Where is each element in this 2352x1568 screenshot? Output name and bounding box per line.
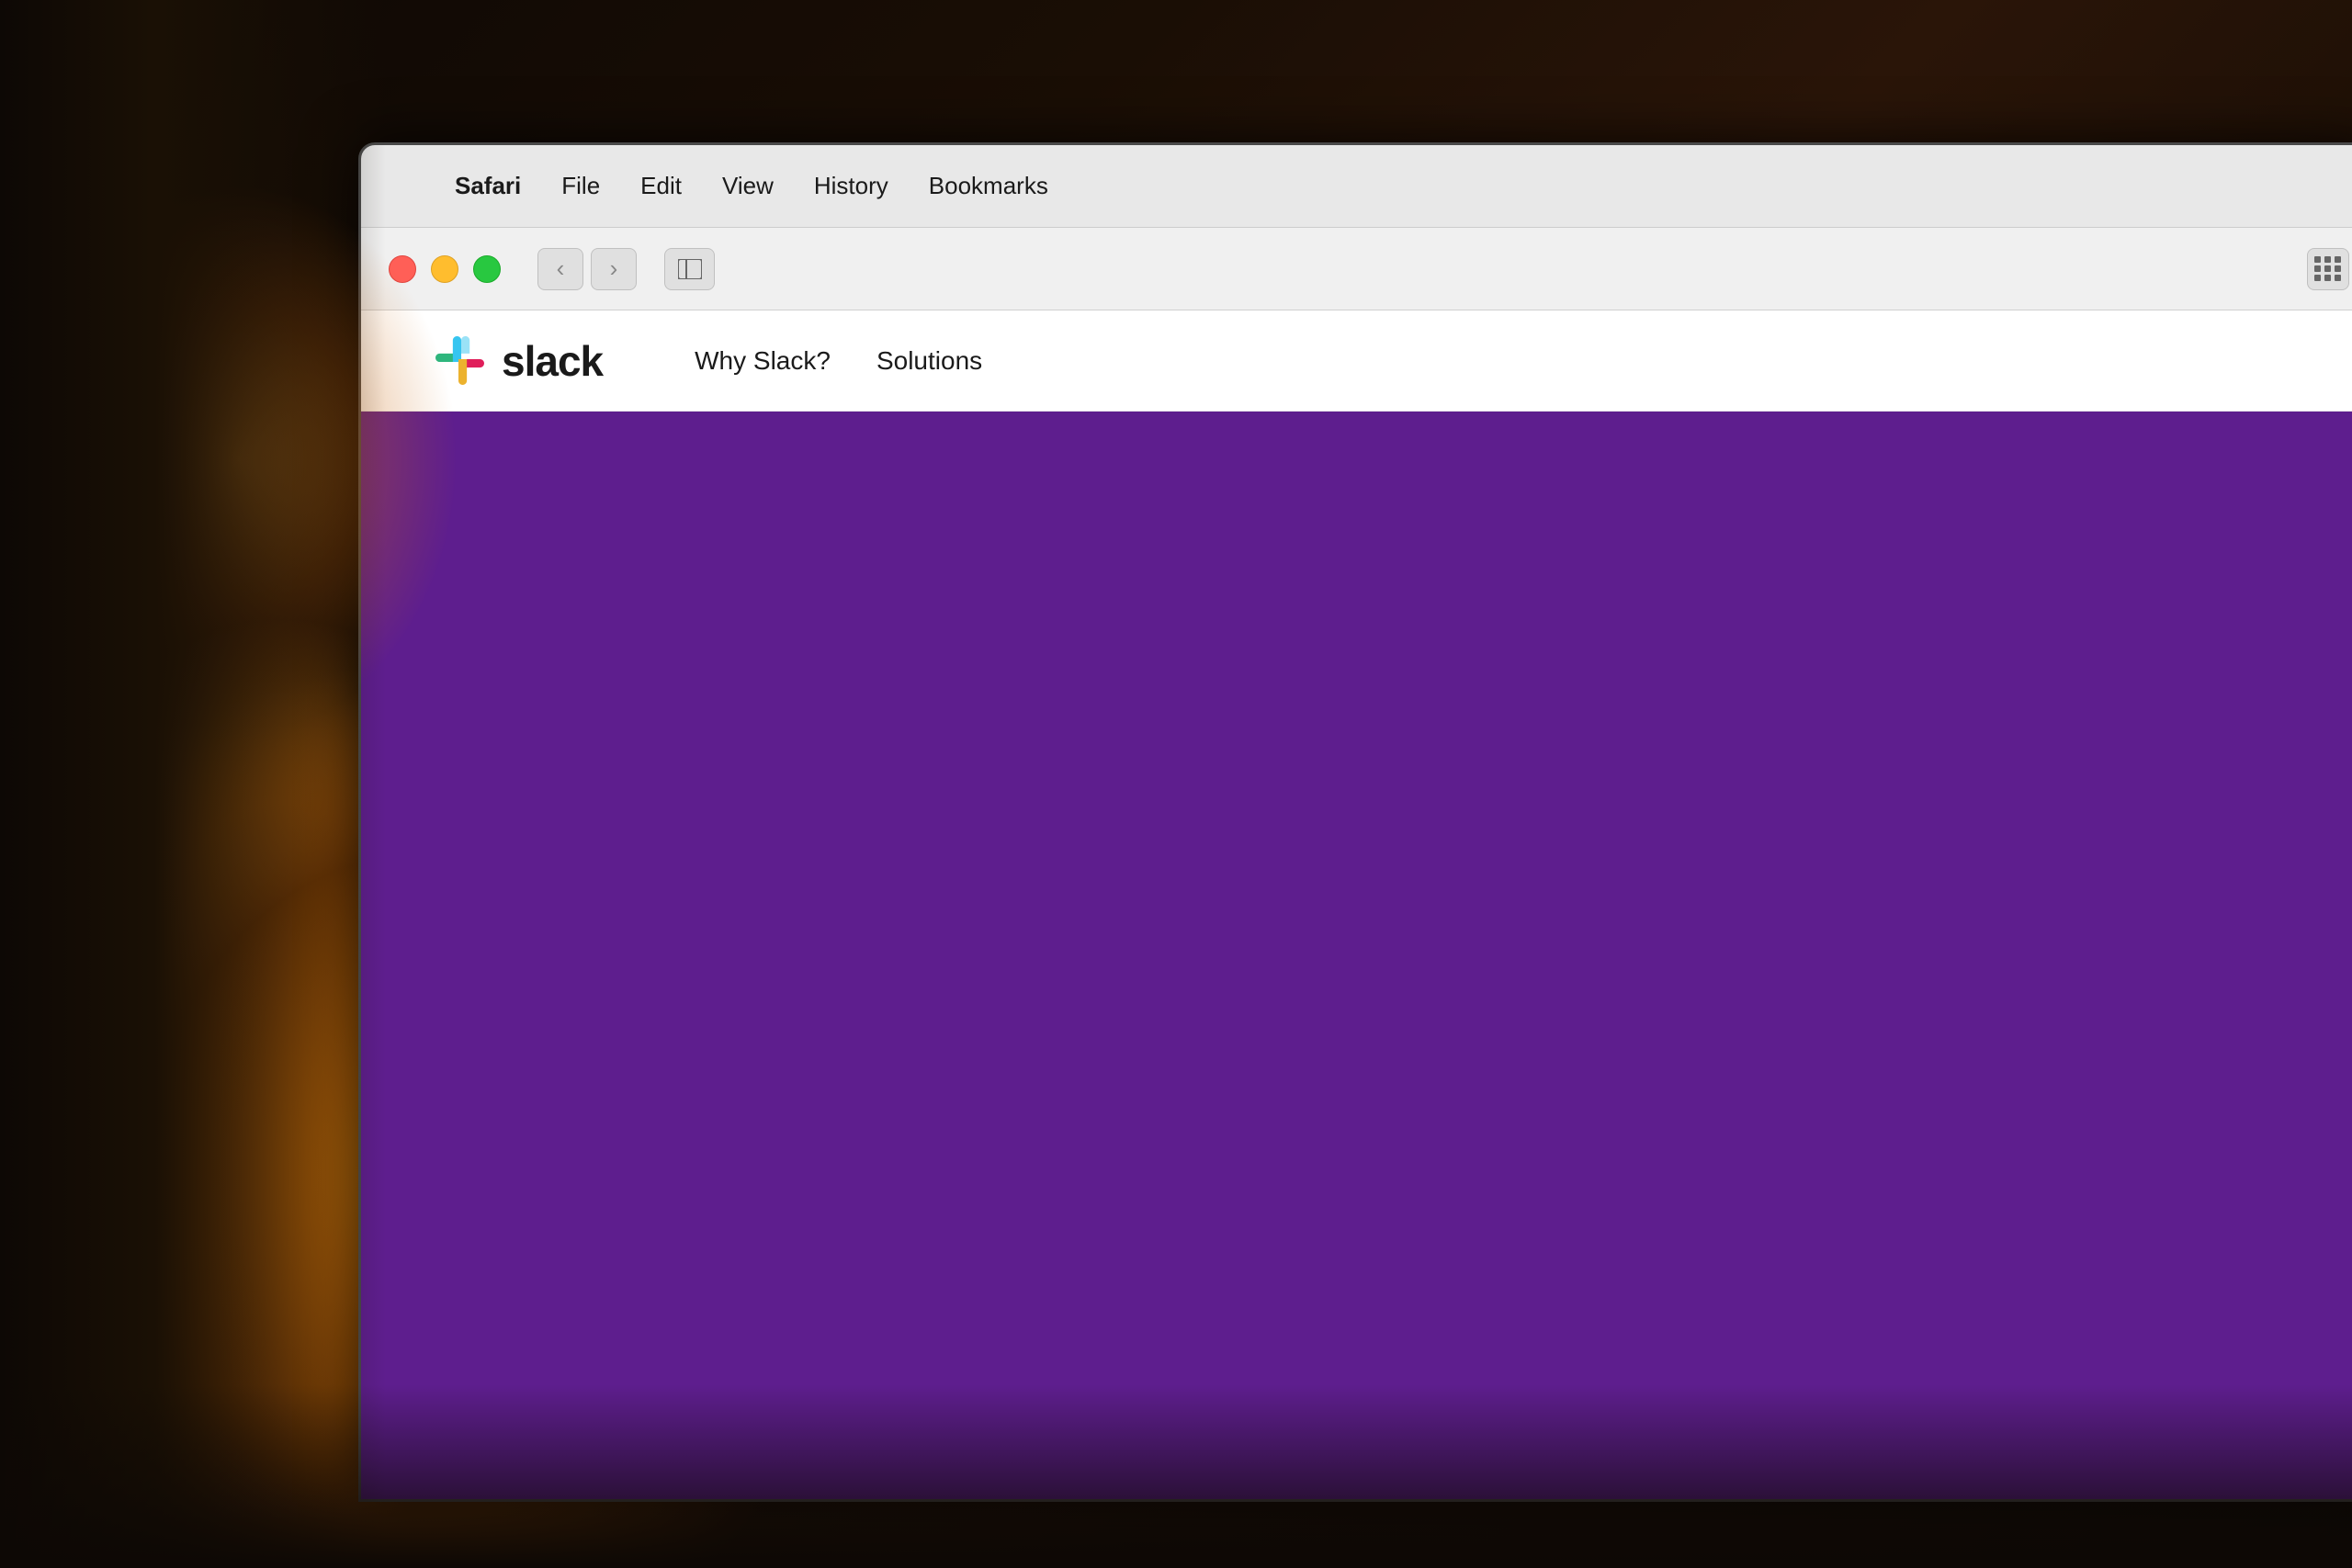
- tabs-grid-button[interactable]: [2307, 248, 2349, 290]
- nav-buttons: ‹ ›: [537, 248, 637, 290]
- grid-icon: [2314, 256, 2342, 281]
- macos-menu-bar: Safari File Edit View History Bookmarks: [361, 145, 2352, 228]
- slack-navbar: slack Why Slack? Solutions: [361, 310, 2352, 412]
- nav-why-slack[interactable]: Why Slack?: [695, 346, 831, 376]
- history-menu[interactable]: History: [794, 145, 909, 227]
- laptop-screen: Safari File Edit View History Bookmarks …: [358, 142, 2352, 1502]
- safari-toolbar: ‹ ›: [361, 228, 2352, 310]
- back-button[interactable]: ‹: [537, 248, 583, 290]
- bookmarks-menu[interactable]: Bookmarks: [909, 145, 1069, 227]
- view-menu[interactable]: View: [702, 145, 794, 227]
- bottom-overlay: [0, 1384, 2352, 1568]
- left-overlay: [0, 0, 386, 1568]
- slack-hero-banner: [361, 412, 2352, 1499]
- apple-menu[interactable]: [398, 145, 435, 227]
- sidebar-toggle-button[interactable]: [664, 248, 715, 290]
- minimize-button[interactable]: [431, 255, 458, 283]
- sidebar-icon: [678, 259, 702, 279]
- slack-nav-items: Why Slack? Solutions: [695, 346, 982, 376]
- forward-button[interactable]: ›: [591, 248, 637, 290]
- back-chevron-icon: ‹: [557, 254, 565, 283]
- forward-chevron-icon: ›: [610, 254, 618, 283]
- maximize-button[interactable]: [473, 255, 501, 283]
- file-menu[interactable]: File: [541, 145, 620, 227]
- slack-brand-name: slack: [502, 336, 603, 386]
- nav-solutions[interactable]: Solutions: [876, 346, 982, 376]
- safari-menu[interactable]: Safari: [435, 145, 541, 227]
- website-content: slack Why Slack? Solutions: [361, 310, 2352, 1499]
- slack-logo-area: slack: [435, 335, 603, 386]
- edit-menu[interactable]: Edit: [620, 145, 702, 227]
